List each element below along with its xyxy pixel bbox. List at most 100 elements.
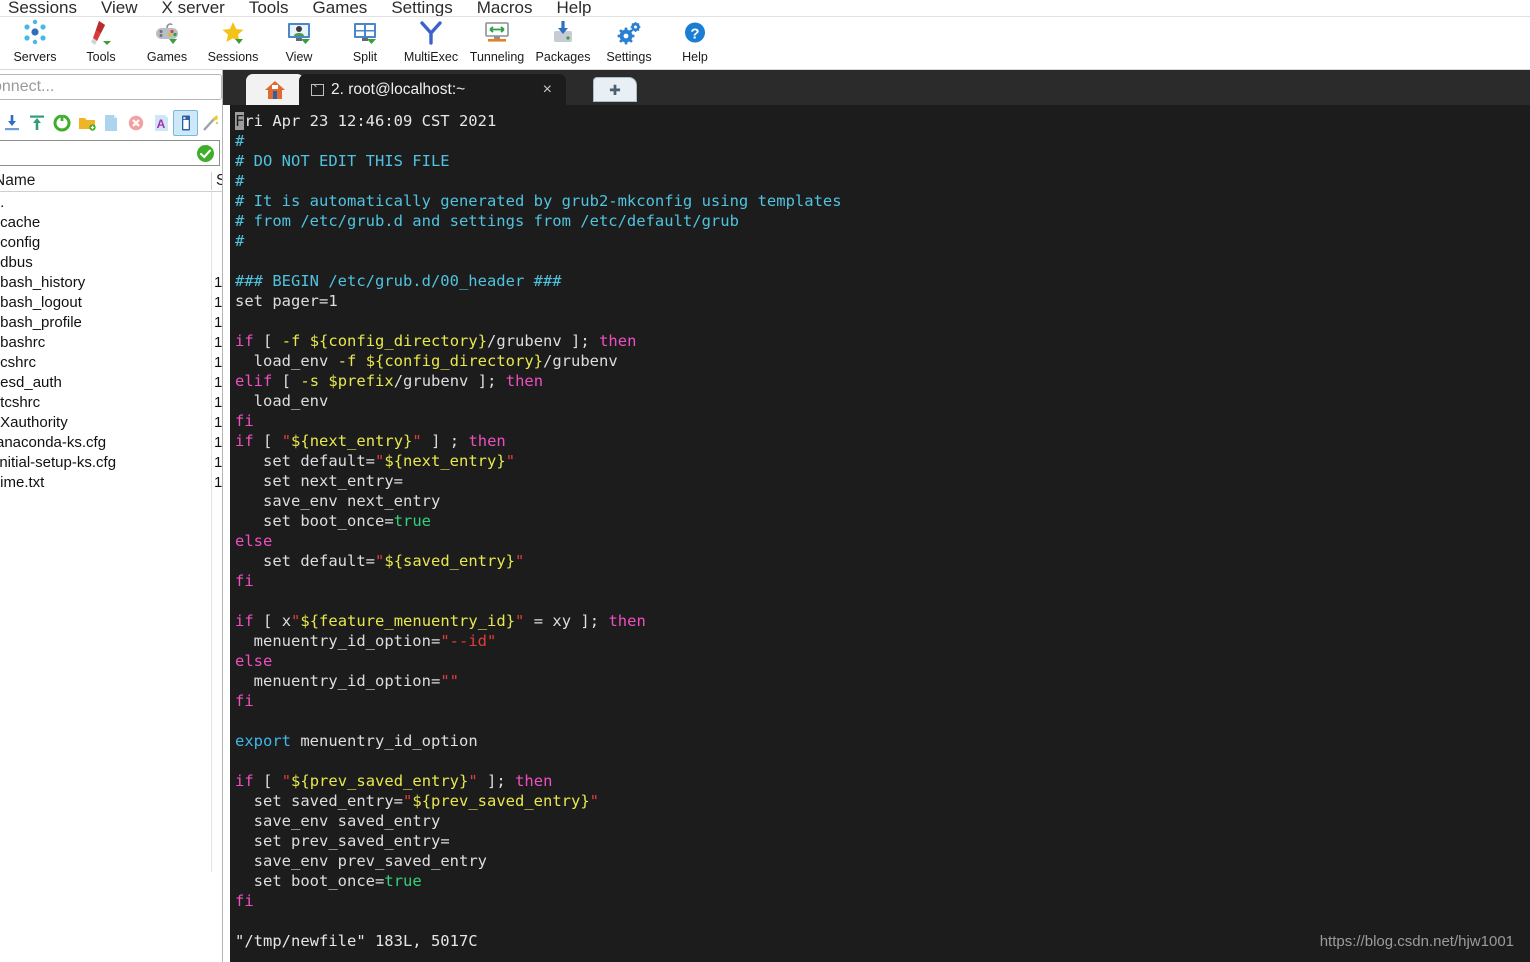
- file-row[interactable]: .esd_auth 1: [0, 372, 223, 392]
- games-icon: [150, 18, 184, 48]
- plus-icon: ✚: [609, 81, 621, 98]
- toolbar-label: Games: [146, 50, 188, 64]
- terminal-line: elif [ -s $prefix/grubenv ]; then: [235, 372, 544, 390]
- terminal-line: fi: [235, 892, 254, 910]
- file-row[interactable]: time.txt 1: [0, 472, 223, 492]
- tab-terminal-root-localhost[interactable]: 2. root@localhost:~ ×: [299, 74, 566, 105]
- terminal-line: fi: [235, 412, 254, 430]
- toolbar-label: Sessions: [207, 50, 259, 64]
- download-icon[interactable]: [0, 110, 25, 136]
- terminal-line: save_env prev_saved_entry: [253, 852, 487, 870]
- servers-icon: [18, 18, 52, 48]
- view-monitor-icon: [282, 18, 316, 48]
- toolbar-label: Tools: [86, 50, 116, 64]
- file-row[interactable]: .bash_history 1: [0, 272, 223, 292]
- file-name: .bash_logout: [0, 293, 82, 311]
- usb-drive-icon[interactable]: [173, 110, 199, 136]
- terminal-line: if [ "${next_entry}" ] ; then: [235, 432, 506, 450]
- toolbar-label: MultiExec: [403, 50, 459, 64]
- toolbar-button-multiexec[interactable]: MultiExec: [398, 17, 464, 69]
- file-name: .Xauthority: [0, 413, 68, 431]
- sessions-star-icon: [216, 18, 250, 48]
- file-row[interactable]: .bashrc 1: [0, 332, 223, 352]
- file-name: .cache: [0, 213, 41, 231]
- file-row[interactable]: anaconda-ks.cfg 1: [0, 432, 222, 452]
- menu-item-games[interactable]: Games: [313, 0, 382, 16]
- svg-text:?: ?: [690, 26, 699, 43]
- sftp-path-input[interactable]: [0, 140, 220, 166]
- file-row[interactable]: .cshrc 1: [0, 352, 222, 372]
- terminal-line: #: [235, 132, 245, 150]
- terminal-cursor: F: [235, 112, 245, 130]
- file-row[interactable]: .tcshrc 1: [0, 392, 222, 412]
- toolbar-button-view[interactable]: View: [266, 17, 332, 69]
- terminal-line: # from /etc/grub.d and settings from /et…: [235, 212, 739, 230]
- refresh-icon[interactable]: [50, 110, 75, 136]
- file-size: 1: [214, 313, 223, 331]
- toolbar-label: Packages: [535, 50, 591, 64]
- terminal-line: save_env saved_entry: [253, 812, 441, 830]
- terminal-pane[interactable]: Fri Apr 23 12:46:09 CST 2021 # # DO NOT ED…: [230, 105, 1530, 962]
- menu-item-settings[interactable]: Settings: [391, 0, 466, 16]
- tab-bar: 2. root@localhost:~ × ✚: [223, 70, 1530, 105]
- magic-wand-icon[interactable]: [198, 110, 222, 136]
- column-header-name[interactable]: Name: [0, 172, 35, 190]
- file-row[interactable]: .cache: [0, 212, 222, 232]
- new-file-icon[interactable]: [99, 110, 124, 136]
- text-editor-icon[interactable]: A: [149, 110, 174, 136]
- toolbar-button-games[interactable]: Games: [134, 17, 200, 69]
- file-row[interactable]: .bash_logout 1: [0, 292, 223, 312]
- toolbar-button-sessions[interactable]: Sessions: [200, 17, 266, 69]
- terminal-line: else: [235, 532, 273, 550]
- toolbar-button-servers[interactable]: Servers: [2, 17, 68, 69]
- toolbar-button-help[interactable]: ? Help: [662, 17, 728, 69]
- toolbar-button-packages[interactable]: Packages: [530, 17, 596, 69]
- file-row[interactable]: .dbus: [0, 252, 222, 272]
- upload-icon[interactable]: [25, 110, 50, 136]
- menu-item-macros[interactable]: Macros: [477, 0, 547, 16]
- new-folder-icon[interactable]: [74, 110, 99, 136]
- terminal-line: fi: [235, 692, 254, 710]
- toolbar-button-settings[interactable]: Settings: [596, 17, 662, 69]
- file-size: 1: [214, 293, 223, 311]
- file-name: .bash_history: [0, 273, 86, 291]
- toolbar-button-tools[interactable]: Tools: [68, 17, 134, 69]
- tab-home[interactable]: [246, 74, 304, 105]
- file-row[interactable]: .config: [0, 232, 222, 252]
- settings-gear-icon: [612, 18, 646, 48]
- file-size: 1: [214, 473, 223, 491]
- terminal-line: load_env: [253, 392, 329, 410]
- quick-connect-input[interactable]: onnect...: [0, 74, 222, 100]
- file-name: initial-setup-ks.cfg: [0, 453, 117, 471]
- toolbar-button-split[interactable]: Split: [332, 17, 398, 69]
- file-size: 1: [214, 373, 223, 391]
- menu-item-view[interactable]: View: [101, 0, 152, 16]
- close-icon[interactable]: ×: [543, 81, 552, 98]
- menu-item-help[interactable]: Help: [556, 0, 605, 16]
- menu-item-sessions[interactable]: Sessions: [8, 0, 91, 16]
- file-row[interactable]: .bash_profile 1: [0, 312, 223, 332]
- file-size: 1: [214, 273, 223, 291]
- file-row[interactable]: ..: [0, 192, 222, 212]
- terminal-line: load_env -f ${config_directory}/grubenv: [253, 352, 618, 370]
- file-row[interactable]: initial-setup-ks.cfg 1: [0, 452, 222, 472]
- column-header-size[interactable]: S: [216, 172, 222, 190]
- mobaxterm-window: Sessions View X server Tools Games Setti…: [0, 0, 1530, 962]
- terminal-line: if [ "${prev_saved_entry}" ]; then: [235, 772, 553, 790]
- menu-item-tools[interactable]: Tools: [249, 0, 303, 16]
- file-name: .dbus: [0, 253, 33, 271]
- toolbar-button-tunneling[interactable]: Tunneling: [464, 17, 530, 69]
- sftp-toolbar: A: [0, 108, 222, 138]
- file-size: 1: [214, 333, 223, 351]
- terminal-line: ### BEGIN /etc/grub.d/00_header ###: [235, 272, 562, 290]
- delete-icon[interactable]: [124, 110, 149, 136]
- terminal-line: set boot_once=true: [263, 512, 432, 530]
- menu-item-xserver[interactable]: X server: [162, 0, 239, 16]
- watermark: https://blog.csdn.net/hjw1001: [1319, 933, 1514, 950]
- terminal-line: menuentry_id_option="--id": [253, 632, 497, 650]
- file-row[interactable]: .Xauthority 1: [0, 412, 222, 432]
- quick-connect-placeholder: onnect...: [0, 78, 55, 95]
- new-tab-button[interactable]: ✚: [593, 77, 637, 102]
